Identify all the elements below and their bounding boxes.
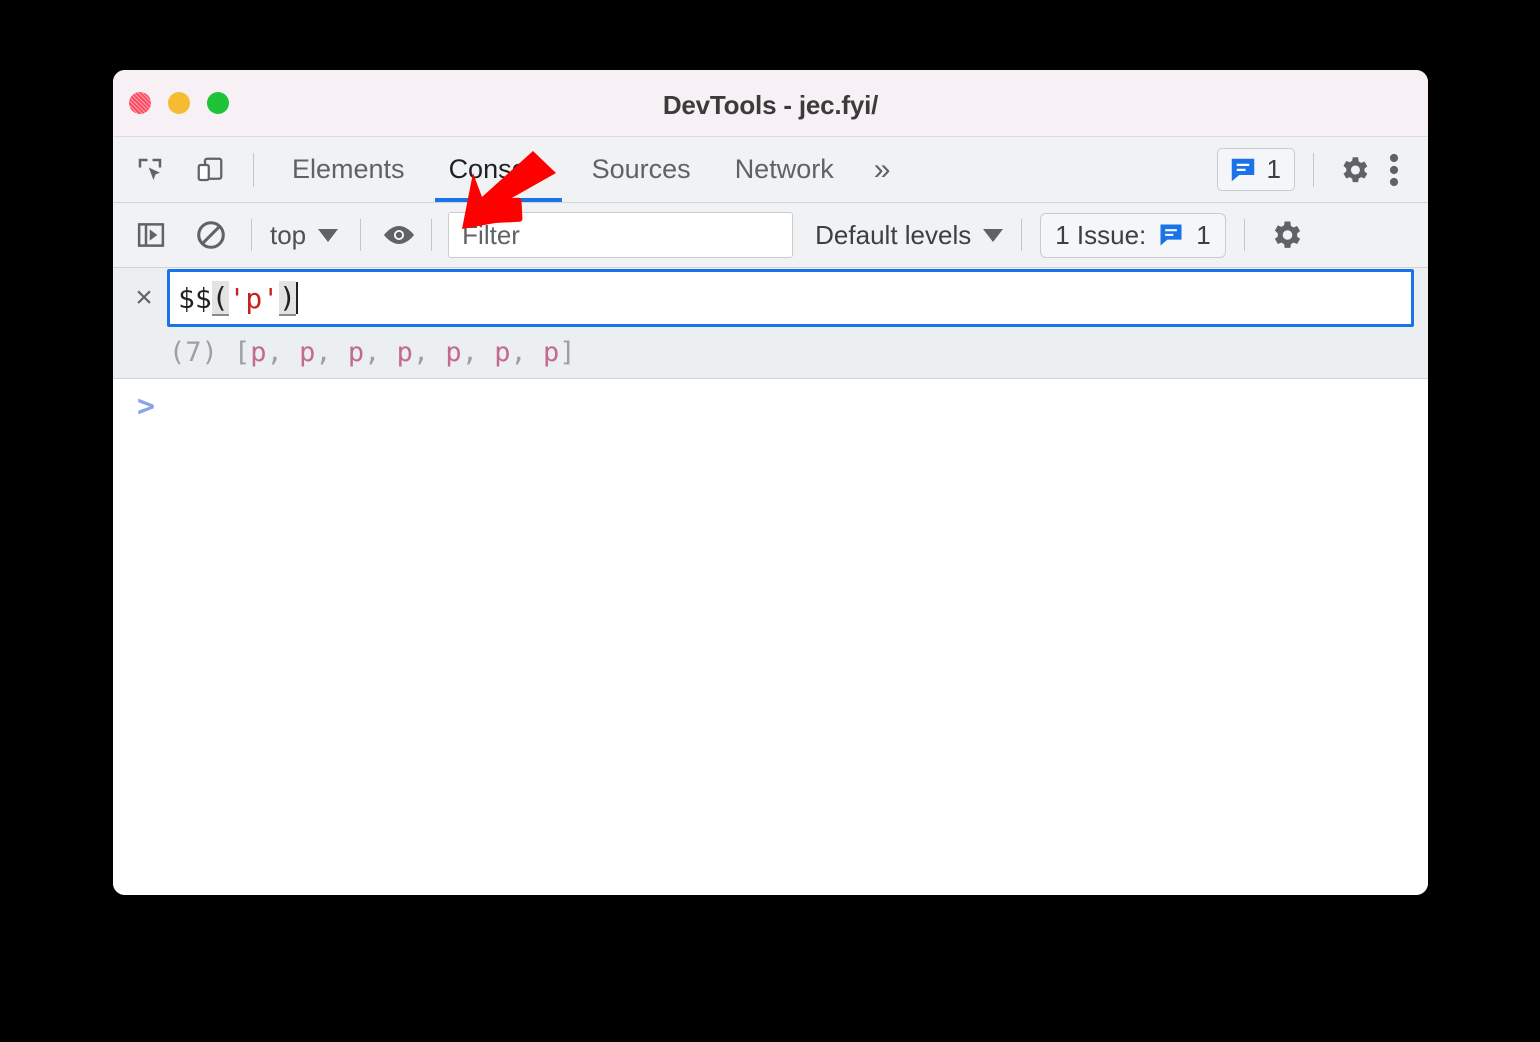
live-expression-eye-icon[interactable] — [377, 213, 421, 257]
result-node-3[interactable]: p — [397, 337, 413, 368]
tabbar-divider — [253, 152, 254, 187]
result-sep: , — [364, 336, 397, 368]
console-toolbar-divider-2 — [360, 219, 362, 251]
console-filter-input[interactable]: Filter — [448, 212, 794, 258]
issues-badge-button[interactable]: 1 — [1216, 148, 1295, 191]
result-sep: , — [266, 336, 300, 368]
log-levels-label: Default levels — [815, 219, 972, 250]
tab-console[interactable]: Console — [427, 137, 570, 202]
code-token-open-paren: ( — [211, 280, 229, 316]
chevron-down-icon — [983, 228, 1004, 242]
console-issues-label: 1 Issue: — [1055, 219, 1147, 250]
kebab-menu-icon[interactable] — [1376, 148, 1412, 192]
console-toolbar: top Filter Default levels 1 Issue: 1 — [113, 203, 1428, 268]
result-node-4[interactable]: p — [445, 337, 461, 368]
code-token-string: 'p' — [228, 281, 280, 315]
chevron-down-icon — [318, 228, 339, 242]
console-toolbar-divider-4 — [1021, 219, 1023, 251]
console-sidebar-toggle-icon[interactable] — [129, 213, 173, 257]
code-token-command: $$ — [178, 281, 212, 315]
console-toolbar-divider-5 — [1243, 219, 1245, 251]
tab-network[interactable]: Network — [713, 137, 856, 202]
issues-message-icon — [1231, 158, 1254, 181]
console-prompt-chevron-icon: > — [137, 389, 156, 424]
devtools-tabbar: Elements Console Sources Network » 1 — [113, 137, 1428, 203]
console-issues-count: 1 — [1196, 219, 1211, 250]
result-node-0[interactable]: p — [250, 337, 266, 368]
gear-icon[interactable] — [1332, 148, 1376, 192]
inspect-element-icon[interactable] — [127, 147, 173, 193]
result-close-bracket: ] — [559, 336, 576, 368]
result-open-bracket: [ — [217, 336, 251, 368]
gear-icon[interactable] — [1263, 212, 1309, 258]
code-token-close-paren: ) — [279, 280, 297, 316]
result-node-2[interactable]: p — [348, 337, 364, 368]
tab-sources[interactable]: Sources — [570, 137, 713, 202]
result-array-count: (7) — [169, 336, 218, 368]
device-toolbar-icon[interactable] — [187, 147, 233, 193]
log-levels-selector[interactable]: Default levels — [815, 219, 1004, 251]
result-sep: , — [461, 336, 495, 368]
console-code-input[interactable]: $$('p') — [167, 269, 1414, 327]
close-icon[interactable]: × — [121, 283, 167, 313]
issues-count: 1 — [1266, 154, 1281, 184]
tabbar-right-controls: 1 — [1216, 148, 1428, 192]
tab-elements[interactable]: Elements — [270, 137, 427, 202]
tabbar-right-divider — [1313, 152, 1314, 187]
more-tabs-chevron-icon[interactable]: » — [856, 137, 905, 202]
console-message-area[interactable]: > — [113, 379, 1428, 895]
execution-context-selector[interactable]: top — [266, 220, 342, 251]
console-issues-pill[interactable]: 1 Issue: 1 — [1040, 212, 1226, 258]
result-sep: , — [315, 336, 348, 368]
console-toolbar-divider-3 — [431, 219, 433, 251]
console-toolbar-divider-1 — [251, 219, 252, 251]
result-node-6[interactable]: p — [543, 337, 559, 368]
result-node-1[interactable]: p — [299, 337, 315, 368]
text-cursor — [296, 282, 299, 314]
result-node-5[interactable]: p — [494, 337, 510, 368]
console-input-row: × $$('p') — [113, 268, 1428, 327]
window-title: DevTools - jec.fyi/ — [662, 90, 879, 120]
devtools-window: DevTools - jec.fyi/ Elements Console Sou… — [113, 70, 1428, 895]
result-sep: , — [510, 336, 543, 368]
execution-context-label: top — [270, 219, 307, 250]
console-result-row[interactable]: (7) [p, p, p, p, p, p, p] — [113, 326, 1428, 379]
result-sep: , — [412, 336, 446, 368]
clear-console-icon[interactable] — [189, 213, 233, 257]
issues-message-icon — [1160, 224, 1182, 246]
window-titlebar: DevTools - jec.fyi/ — [113, 70, 1428, 137]
